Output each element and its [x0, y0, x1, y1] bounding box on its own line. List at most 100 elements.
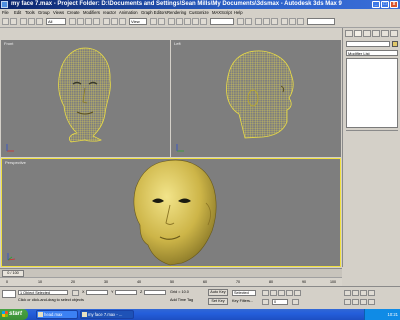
add-time-tag[interactable]: Add Time Tag: [170, 298, 193, 302]
axis-tripod-icon: [6, 144, 14, 152]
menu-rendering[interactable]: Rendering: [167, 10, 186, 15]
maximize-button[interactable]: □: [381, 1, 389, 8]
viewport-perspective[interactable]: Perspective: [1, 158, 341, 267]
layer-manager-icon[interactable]: [255, 18, 262, 25]
angle-snap-icon[interactable]: [176, 18, 183, 25]
object-name-field[interactable]: [346, 41, 390, 47]
curve-editor-icon[interactable]: [263, 18, 270, 25]
start-button[interactable]: start: [0, 309, 28, 320]
pan-icon[interactable]: [352, 299, 359, 305]
hierarchy-tab-icon[interactable]: [363, 30, 371, 37]
taskbar-item-active[interactable]: my face 7.max - ...: [80, 310, 134, 319]
snaps-toggle-icon[interactable]: [168, 18, 175, 25]
motion-tab-icon[interactable]: [372, 30, 380, 37]
modifier-list-dropdown[interactable]: Modifier List: [346, 50, 398, 56]
go-to-start-icon[interactable]: [262, 290, 269, 296]
select-manipulate-icon[interactable]: [158, 18, 165, 25]
zoom-extents-all-icon[interactable]: [368, 290, 375, 296]
set-key-button[interactable]: Set Key: [208, 298, 228, 305]
render-type-dropdown[interactable]: [307, 18, 335, 25]
select-link-icon[interactable]: [20, 18, 27, 25]
zoom-extents-icon[interactable]: [360, 290, 367, 296]
redo-icon[interactable]: [10, 18, 17, 25]
reference-coord-dropdown[interactable]: View: [129, 18, 147, 25]
menu-tools[interactable]: Tools: [25, 10, 35, 15]
maxscript-listener-mini[interactable]: [2, 290, 16, 298]
tick-label: 30: [104, 280, 108, 284]
coord-z-field[interactable]: [144, 290, 166, 295]
menu-modifiers[interactable]: Modifiers: [83, 10, 100, 15]
object-color-swatch[interactable]: [392, 41, 398, 47]
named-selection-sets-dropdown[interactable]: [210, 18, 234, 25]
selection-filter-dropdown[interactable]: All: [46, 18, 66, 25]
menu-file[interactable]: File: [2, 10, 9, 15]
modifier-stack-list[interactable]: [346, 58, 398, 128]
utilities-tab-icon[interactable]: [390, 30, 398, 37]
menu-graph-editors[interactable]: Graph Editors: [141, 10, 167, 15]
selection-info: 1 Object Selected: [18, 290, 68, 295]
render-scene-icon[interactable]: [289, 18, 296, 25]
menu-animation[interactable]: Animation: [119, 10, 138, 15]
undo-icon[interactable]: [2, 18, 9, 25]
menu-group[interactable]: Group: [38, 10, 50, 15]
menu-create[interactable]: Create: [67, 10, 80, 15]
go-to-end-icon[interactable]: [294, 290, 301, 296]
zoom-icon[interactable]: [344, 290, 351, 296]
viewport-left[interactable]: Left: [171, 40, 341, 157]
track-bar[interactable]: 0 10 20 30 40 50 60 70 80 90 100: [0, 277, 342, 286]
select-rotate-icon[interactable]: [111, 18, 118, 25]
selection-region-icon[interactable]: [85, 18, 92, 25]
minimize-button[interactable]: _: [372, 1, 380, 8]
play-icon[interactable]: [278, 290, 285, 296]
align-icon[interactable]: [245, 18, 252, 25]
modify-tab-icon[interactable]: [354, 30, 362, 37]
select-by-name-icon[interactable]: [77, 18, 84, 25]
spinner-snap-icon[interactable]: [192, 18, 199, 25]
unlink-icon[interactable]: [28, 18, 35, 25]
auto-key-button[interactable]: Auto Key: [208, 289, 228, 296]
windows-taskbar: start head.max my face 7.max - ... 10:21: [0, 309, 400, 320]
select-move-icon[interactable]: [103, 18, 110, 25]
window-crossing-icon[interactable]: [93, 18, 100, 25]
current-frame-field[interactable]: 0: [272, 299, 288, 305]
time-slider-handle[interactable]: 0 / 100: [2, 270, 24, 277]
create-tab-icon[interactable]: [345, 30, 353, 37]
percent-snap-icon[interactable]: [184, 18, 191, 25]
app-icon[interactable]: [1, 1, 8, 8]
viewport-front[interactable]: Front: [1, 40, 170, 157]
clock[interactable]: 10:21: [388, 312, 398, 317]
mirror-icon[interactable]: [237, 18, 244, 25]
next-frame-icon[interactable]: [286, 290, 293, 296]
close-button[interactable]: x: [390, 1, 398, 8]
menu-views[interactable]: Views: [53, 10, 64, 15]
arc-rotate-icon[interactable]: [360, 299, 367, 305]
key-mode-dropdown[interactable]: Selected: [232, 290, 256, 296]
pivot-center-icon[interactable]: [150, 18, 157, 25]
schematic-view-icon[interactable]: [271, 18, 278, 25]
key-mode-toggle-icon[interactable]: [262, 299, 269, 305]
tick-label: 60: [203, 280, 207, 284]
maximize-viewport-icon[interactable]: [368, 299, 375, 305]
zoom-all-icon[interactable]: [352, 290, 359, 296]
material-editor-icon[interactable]: [281, 18, 288, 25]
coord-x-field[interactable]: [86, 290, 108, 295]
edit-named-selection-icon[interactable]: [200, 18, 207, 25]
menu-help[interactable]: Help: [234, 10, 243, 15]
select-scale-icon[interactable]: [119, 18, 126, 25]
menu-edit[interactable]: Edit: [14, 10, 21, 15]
select-object-icon[interactable]: [69, 18, 76, 25]
lock-selection-icon[interactable]: [72, 290, 79, 296]
time-config-icon[interactable]: [292, 299, 299, 305]
quick-render-icon[interactable]: [297, 18, 304, 25]
previous-frame-icon[interactable]: [270, 290, 277, 296]
bind-space-warp-icon[interactable]: [36, 18, 43, 25]
menu-reactor[interactable]: reactor: [103, 10, 116, 15]
menu-customize[interactable]: Customize: [189, 10, 209, 15]
time-slider-track[interactable]: 0 / 100: [0, 268, 342, 277]
field-of-view-icon[interactable]: [344, 299, 351, 305]
taskbar-item[interactable]: head.max: [36, 310, 78, 319]
key-filters-button[interactable]: Key Filters...: [232, 299, 253, 303]
coord-y-field[interactable]: [115, 290, 137, 295]
display-tab-icon[interactable]: [381, 30, 389, 37]
menu-maxscript[interactable]: MAXScript: [212, 10, 232, 15]
